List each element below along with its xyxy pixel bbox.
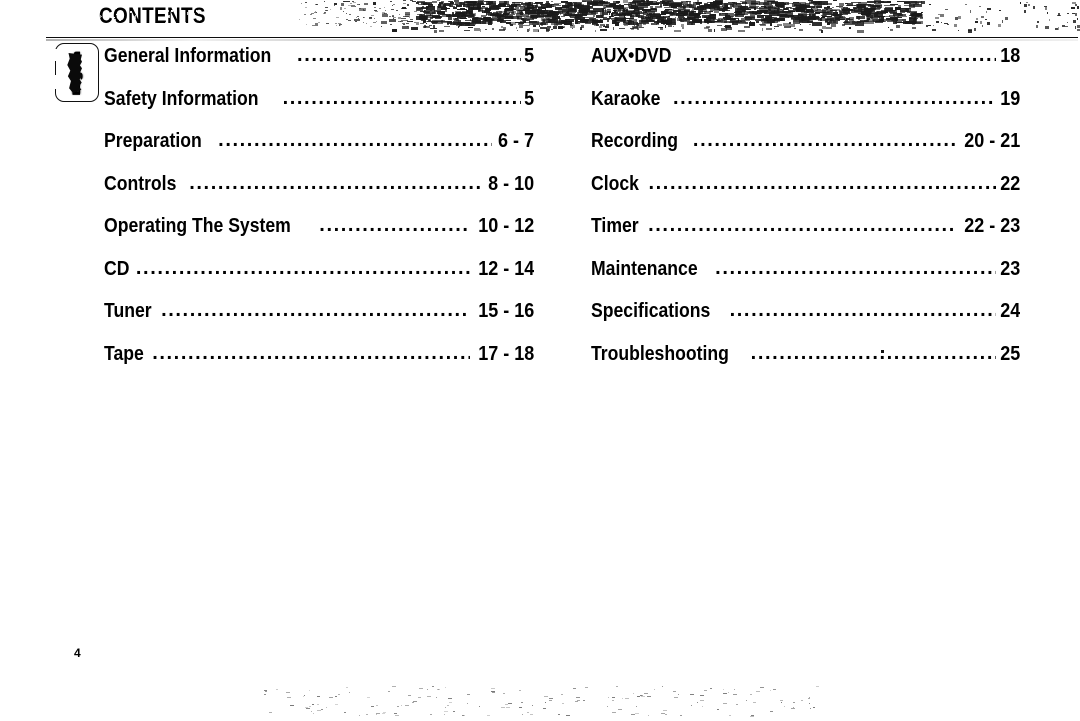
toc-entry-page: 15 - 16: [477, 300, 534, 322]
language-tab-scan-nick-lower: [54, 75, 58, 89]
toc-entry[interactable]: Tape....................................…: [104, 343, 534, 386]
header-divider-scan-fade: [46, 39, 1078, 41]
toc-entry-label: Controls: [104, 172, 177, 195]
toc-entry-page: 25: [999, 342, 1020, 365]
toc-entry[interactable]: Preparation.............................…: [104, 130, 534, 173]
toc-dot-leader: ........................................…: [152, 342, 470, 364]
toc-dot-leader: ........................................…: [189, 172, 481, 194]
toc-dot-leader: ........................................…: [161, 300, 470, 321]
toc-dot-leader: ........................................…: [672, 87, 996, 109]
toc-entry[interactable]: Clock...................................…: [591, 173, 1020, 216]
toc-entry-label: Preparation: [104, 130, 202, 152]
scan-speck: [881, 350, 884, 353]
toc-column-left: General Information.....................…: [104, 45, 534, 385]
toc-entry[interactable]: Operating The System....................…: [104, 215, 534, 258]
toc-entry-label: Karaoke: [591, 87, 661, 110]
toc-dot-leader: ........................................…: [319, 215, 470, 236]
toc-entry-label: Maintenance: [591, 257, 698, 280]
toc-entry[interactable]: Maintenance.............................…: [591, 258, 1020, 301]
toc-dot-leader: ........................................…: [750, 342, 996, 364]
toc-entry-page: 22 - 23: [963, 215, 1020, 237]
toc-entry-label: Timer: [591, 215, 639, 237]
toc-dot-leader: ........................................…: [282, 87, 521, 109]
toc-entry-page: 20 - 21: [963, 130, 1020, 152]
toc-entry-label: Recording: [591, 130, 679, 152]
language-tab-scan-nick-upper: [54, 49, 58, 61]
toc-entry-page: 10 - 12: [477, 215, 534, 237]
toc-dot-leader: ........................................…: [297, 45, 521, 66]
toc-entry-label: Specifications: [591, 300, 711, 322]
toc-entry-label: Safety Information: [104, 87, 259, 110]
toc-entry[interactable]: Timer...................................…: [591, 215, 1020, 258]
toc-entry[interactable]: AUX•DVD.................................…: [591, 45, 1020, 88]
toc-column-right: AUX•DVD.................................…: [591, 45, 1020, 385]
toc-entry[interactable]: Recording...............................…: [591, 130, 1020, 173]
toc-entry-label: Clock: [591, 172, 639, 195]
toc-entry[interactable]: Safety Information......................…: [104, 88, 534, 131]
language-tab: English: [55, 43, 99, 102]
toc-entry-label: AUX•DVD: [591, 45, 672, 67]
toc-entry-label: Tape: [104, 342, 144, 365]
toc-dot-leader: ........................................…: [648, 215, 956, 236]
toc-entry-page: 5: [523, 87, 534, 110]
toc-entry-label: Operating The System: [104, 215, 291, 237]
toc-entry-page: 19: [999, 87, 1020, 110]
toc-dot-leader: ........................................…: [692, 130, 956, 151]
toc-dot-leader: ........................................…: [648, 172, 995, 194]
toc-entry-page: 6 - 7: [497, 130, 534, 152]
toc-entry-page: 22: [999, 172, 1020, 195]
toc-entry-label: Troubleshooting: [591, 342, 729, 365]
page-number: 4: [74, 646, 81, 660]
toc-entry-label: Tuner: [104, 300, 152, 322]
toc-entry-page: 18: [999, 45, 1020, 67]
scan-noise-bottom: [0, 686, 1080, 721]
toc-dot-leader: ........................................…: [685, 45, 995, 66]
toc-dot-leader: ........................................…: [135, 257, 470, 279]
toc-entry-page: 12 - 14: [477, 257, 534, 280]
page-title: CONTENTS: [99, 3, 206, 28]
toc-dot-leader: ........................................…: [729, 300, 996, 321]
toc-entry-page: 8 - 10: [487, 172, 534, 195]
toc-entry[interactable]: Karaoke.................................…: [591, 88, 1020, 131]
toc-entry-page: 23: [999, 257, 1020, 280]
toc-entry-page: 5: [523, 45, 534, 67]
toc-entry-page: 24: [999, 300, 1020, 322]
toc-entry[interactable]: Specifications..........................…: [591, 300, 1020, 343]
toc-entry-page: 17 - 18: [477, 342, 534, 365]
toc-entry[interactable]: CD......................................…: [104, 258, 534, 301]
toc-dot-leader: ........................................…: [218, 130, 492, 151]
toc-entry[interactable]: Troubleshooting.........................…: [591, 343, 1020, 386]
toc-entry[interactable]: Tuner...................................…: [104, 300, 534, 343]
toc-dot-leader: ........................................…: [715, 257, 996, 279]
toc-entry-label: CD: [104, 257, 130, 280]
toc-entry-label: General Information: [104, 45, 272, 67]
header-divider: [46, 37, 1078, 38]
toc-entry[interactable]: General Information.....................…: [104, 45, 534, 88]
toc-entry[interactable]: Controls................................…: [104, 173, 534, 216]
